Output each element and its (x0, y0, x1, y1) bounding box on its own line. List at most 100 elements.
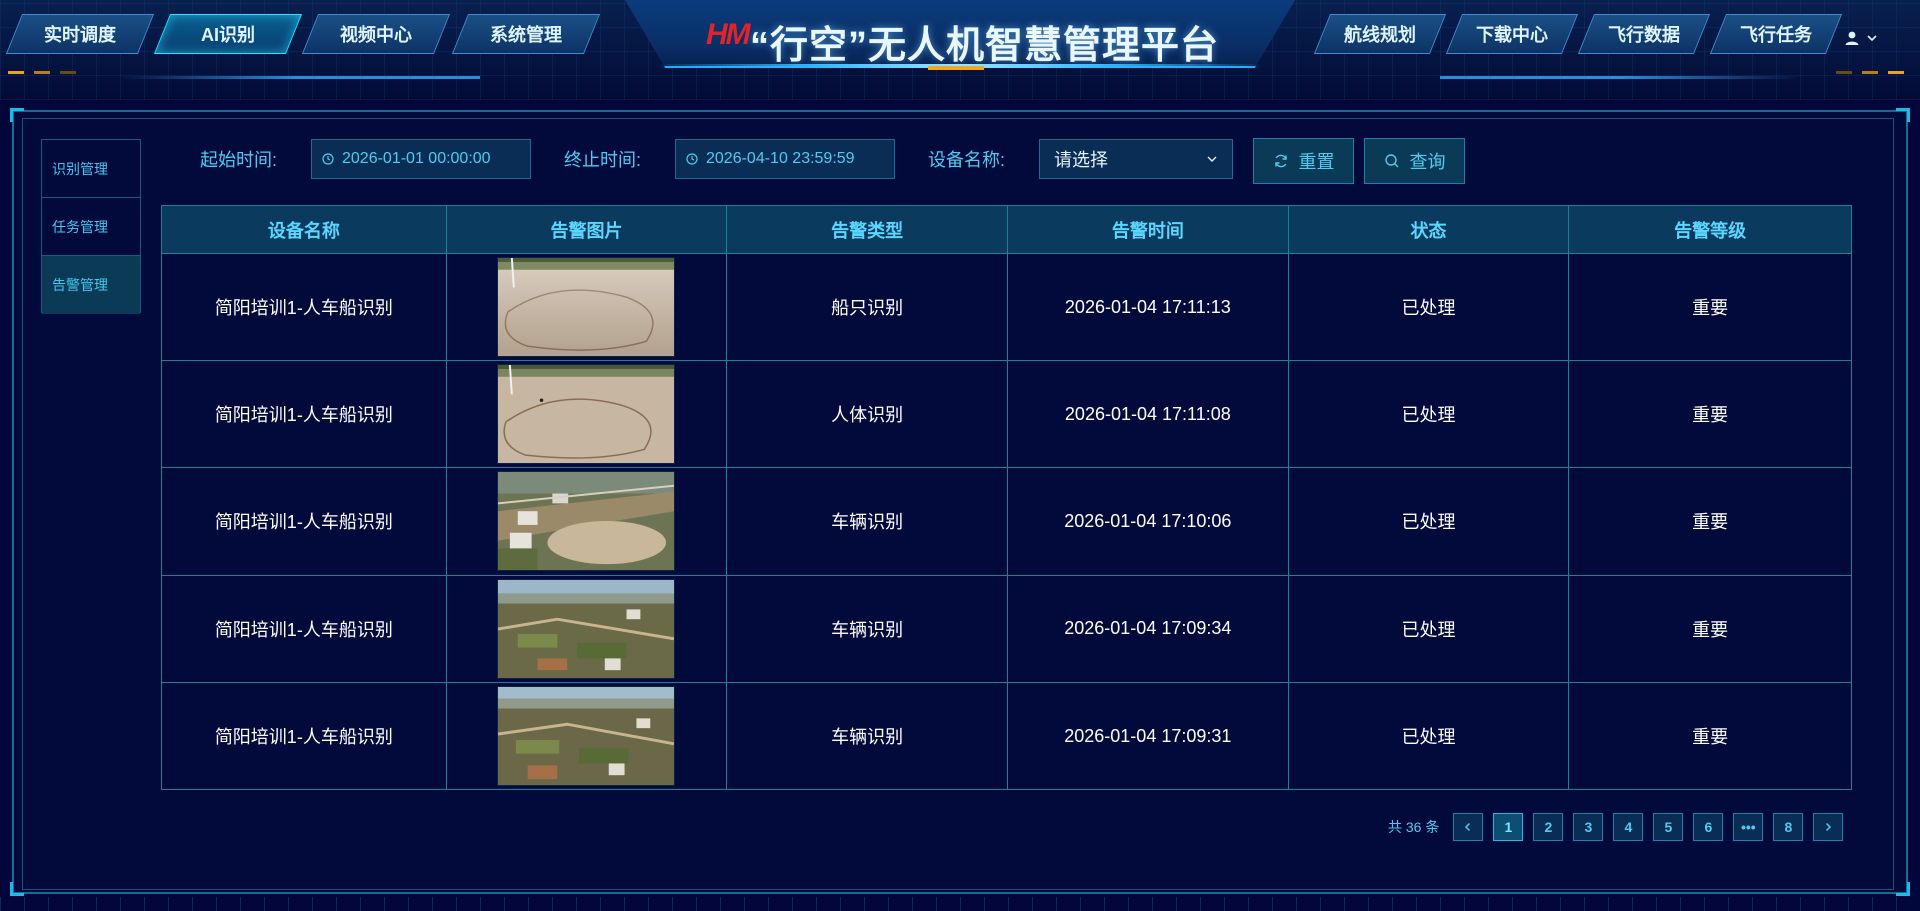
column-header: 告警时间 (1008, 206, 1289, 253)
header-dash (1862, 71, 1878, 74)
start-time-label: 起始时间: (200, 150, 278, 170)
status-cell: 已处理 (1289, 575, 1570, 682)
nav-download-center[interactable]: 下载中心 (1445, 14, 1579, 54)
column-header: 告警类型 (727, 206, 1008, 253)
column-header: 状态 (1289, 206, 1570, 253)
alarm-image-thumbnail[interactable] (497, 364, 676, 465)
page-button-8[interactable]: 8 (1773, 813, 1804, 841)
side-item-alarm-management[interactable]: 告警管理 (42, 256, 140, 314)
page-button-1[interactable]: 1 (1493, 813, 1524, 841)
clock-icon (686, 153, 698, 165)
alarm-image-thumbnail[interactable] (497, 686, 676, 787)
alarm-image-thumbnail[interactable] (497, 578, 676, 679)
side-menu: 识别管理 任务管理 告警管理 (41, 139, 141, 314)
end-time-value: 2026-04-10 23:59:59 (706, 150, 855, 167)
alarm-time-cell: 2026-01-04 17:09:31 (1008, 682, 1289, 790)
image-cell (447, 361, 728, 468)
header-dash (1888, 71, 1904, 74)
nav-system-management[interactable]: 系统管理 (451, 14, 601, 54)
app-logo: HM (706, 18, 751, 51)
alarm-level-cell: 重要 (1692, 405, 1729, 426)
start-time-value: 2026-01-01 00:00:00 (342, 150, 491, 167)
header-dash (60, 71, 76, 74)
device-select-placeholder: 请选择 (1054, 150, 1108, 170)
table-row[interactable]: 简阳培训1-人车船识别 车辆识别 2026-01-04 17:09:34 已处理… (162, 575, 1851, 683)
nav-video-center[interactable]: 视频中心 (301, 14, 451, 54)
column-header: 告警等级 (1674, 220, 1747, 241)
status-cell: 已处理 (1289, 361, 1570, 468)
user-menu[interactable] (1844, 26, 1884, 50)
header-dash (8, 71, 24, 74)
alarm-type-cell: 船只识别 (727, 254, 1008, 361)
device-cell: 简阳培训1-人车船识别 (162, 468, 447, 575)
alarm-type-cell: 人体识别 (727, 361, 1008, 468)
clock-icon (322, 153, 334, 165)
alarm-level-cell: 重要 (1692, 298, 1729, 319)
device-cell: 简阳培训1-人车船识别 (162, 682, 447, 790)
alarm-time-cell: 2026-01-04 17:11:13 (1008, 254, 1289, 361)
table-header: 设备名称 告警图片 告警类型 告警时间 状态 告警等级 (162, 206, 1851, 254)
alarm-type-cell: 车辆识别 (727, 682, 1008, 790)
table-row[interactable]: 简阳培训1-人车船识别 船只识别 2026-01-04 17:11:13 已处理… (162, 254, 1851, 362)
nav-ai-recognition[interactable]: AI识别 (153, 14, 303, 54)
nav-flight-tasks[interactable]: 飞行任务 (1709, 14, 1843, 54)
chevron-down-icon (1207, 156, 1217, 162)
chevron-down-icon (1867, 35, 1877, 42)
next-page-button[interactable] (1813, 813, 1844, 841)
app-title: “行空”无人机智慧管理平台 (750, 25, 1220, 67)
search-button[interactable]: 查询 (1364, 138, 1465, 184)
nav-realtime-dispatch[interactable]: 实时调度 (5, 14, 155, 54)
frame-corner (10, 882, 24, 896)
end-time-input[interactable]: 2026-04-10 23:59:59 (675, 139, 895, 179)
column-header: 告警图片 (447, 206, 728, 253)
alarm-time-cell: 2026-01-04 17:11:08 (1008, 361, 1289, 468)
image-cell (447, 575, 728, 682)
search-icon (1384, 154, 1398, 168)
column-header: 设备名称 (162, 206, 447, 253)
frame-corner (1896, 108, 1910, 122)
page-button-3[interactable]: 3 (1573, 813, 1604, 841)
header-deco-line (1440, 76, 1800, 79)
nav-route-planning[interactable]: 航线规划 (1313, 14, 1447, 54)
page-button-4[interactable]: 4 (1613, 813, 1644, 841)
refresh-icon (1274, 154, 1287, 168)
device-cell: 简阳培训1-人车船识别 (162, 361, 447, 468)
alarm-time-cell: 2026-01-04 17:10:06 (1008, 468, 1289, 575)
side-item-recognition-management[interactable]: 识别管理 (42, 140, 140, 198)
status-cell: 已处理 (1289, 254, 1570, 361)
header-deco-line (120, 76, 480, 79)
page-ellipsis-button[interactable]: ••• (1733, 813, 1764, 841)
status-cell: 已处理 (1289, 468, 1570, 575)
device-name-select[interactable]: 请选择 (1039, 139, 1233, 179)
header-dash (34, 71, 50, 74)
frame-corner (1896, 882, 1910, 896)
table-row[interactable]: 简阳培训1-人车船识别 车辆识别 2026-01-04 17:10:06 已处理… (162, 468, 1851, 576)
nav-flight-data[interactable]: 飞行数据 (1577, 14, 1711, 54)
pagination: 共 36 条 1 2 3 4 5 6 ••• 8 (1388, 813, 1844, 841)
side-item-task-management[interactable]: 任务管理 (42, 198, 140, 256)
chevron-right-icon (1826, 822, 1832, 832)
status-cell: 已处理 (1289, 682, 1570, 790)
alarm-table: 设备名称 告警图片 告警类型 告警时间 状态 告警等级 简阳培训1-人车船识别 … (161, 205, 1852, 790)
start-time-input[interactable]: 2026-01-01 00:00:00 (311, 139, 531, 179)
image-cell (447, 682, 728, 790)
alarm-image-thumbnail[interactable] (497, 257, 676, 358)
reset-button[interactable]: 重置 (1253, 138, 1354, 184)
table-row[interactable]: 简阳培训1-人车船识别 人体识别 2026-01-04 17:11:08 已处理… (162, 361, 1851, 469)
total-count: 共 36 条 (1388, 819, 1440, 835)
user-icon (1845, 31, 1859, 45)
alarm-time-cell: 2026-01-04 17:09:34 (1008, 575, 1289, 682)
device-cell: 简阳培训1-人车船识别 (162, 254, 447, 361)
table-row[interactable]: 简阳培训1-人车船识别 车辆识别 2026-01-04 17:09:31 已处理… (162, 682, 1851, 790)
page-button-6[interactable]: 6 (1693, 813, 1724, 841)
prev-page-button[interactable] (1453, 813, 1484, 841)
page-button-5[interactable]: 5 (1653, 813, 1684, 841)
alarm-type-cell: 车辆识别 (727, 468, 1008, 575)
end-time-label: 终止时间: (564, 150, 642, 170)
image-cell (447, 468, 728, 575)
page-button-2[interactable]: 2 (1533, 813, 1564, 841)
alarm-level-cell: 重要 (1692, 512, 1729, 533)
alarm-level-cell: 重要 (1692, 727, 1729, 748)
alarm-image-thumbnail[interactable] (497, 471, 676, 572)
alarm-level-cell: 重要 (1692, 619, 1729, 640)
